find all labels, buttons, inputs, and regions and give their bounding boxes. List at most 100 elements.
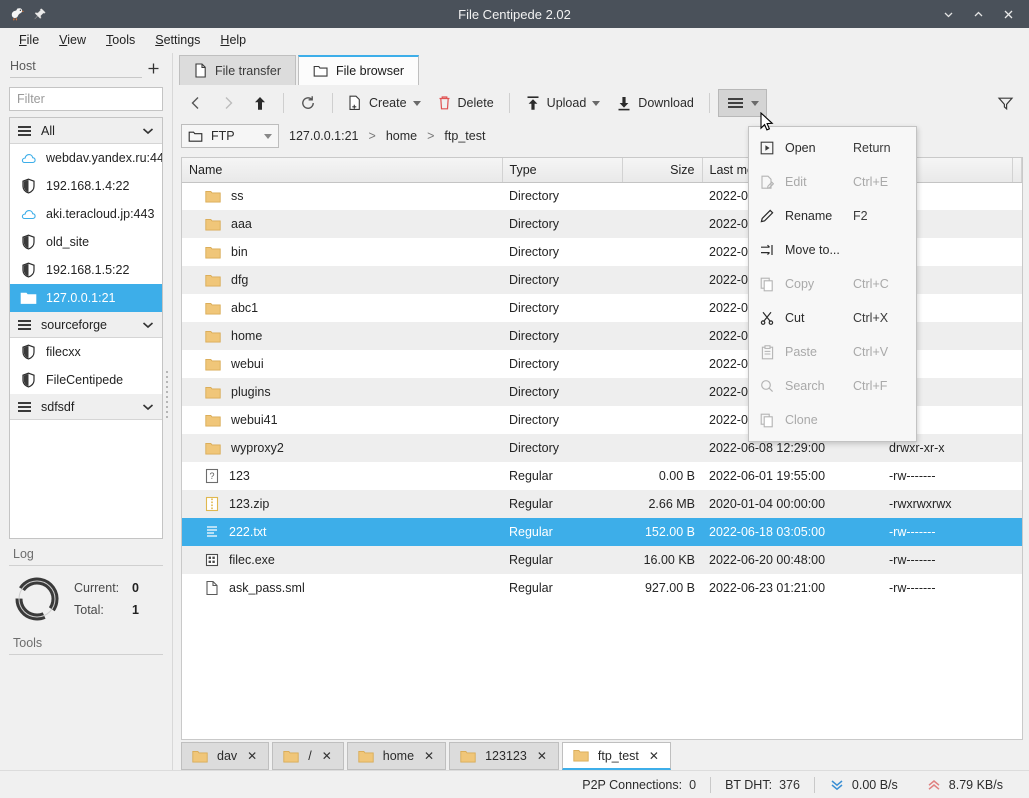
minimize-button[interactable] — [935, 2, 961, 26]
menu-item-copy[interactable]: Copy Ctrl+C — [749, 267, 916, 301]
file-perms: -rw------- — [882, 546, 1012, 574]
breadcrumb-host[interactable]: 127.0.0.1:21 — [289, 129, 359, 143]
chevron-down-icon — [142, 403, 154, 411]
sidebar-splitter[interactable] — [166, 371, 168, 418]
log-section-header[interactable]: Log — [9, 539, 163, 566]
menu-item-label: Cut — [785, 311, 843, 325]
tree-group-sourceforge[interactable]: sourceforge — [10, 312, 162, 338]
forward-button[interactable] — [213, 89, 243, 117]
tree-group-all[interactable]: All — [10, 118, 162, 144]
bottom-tab-root[interactable]: / ✕ — [272, 742, 344, 770]
close-icon[interactable]: ✕ — [246, 749, 258, 763]
progress-donut-icon — [14, 576, 60, 622]
sidebar-item-filecentipede[interactable]: FileCentipede — [10, 366, 162, 394]
menu-item-clone[interactable]: Clone — [749, 403, 916, 437]
pin-icon[interactable] — [33, 7, 47, 21]
menu-item-move-to[interactable]: Move to... — [749, 233, 916, 267]
delete-button[interactable]: Delete — [430, 89, 501, 117]
download-button[interactable]: Download — [609, 89, 701, 117]
column-header-size[interactable]: Size — [622, 158, 702, 182]
file-modified: 2020-01-04 00:00:00 — [702, 490, 882, 518]
file-size — [622, 322, 702, 350]
column-header-name[interactable]: Name — [182, 158, 502, 182]
sidebar-item-filecxx[interactable]: filecxx — [10, 338, 162, 366]
table-row[interactable]: ?123 Regular 0.00 B 2022-06-01 19:55:00 … — [182, 462, 1022, 490]
breadcrumb-home[interactable]: home — [386, 129, 417, 143]
close-icon[interactable]: ✕ — [536, 749, 548, 763]
upload-label: Upload — [547, 96, 587, 110]
bottom-tab-label: 123123 — [485, 749, 527, 763]
add-host-button[interactable] — [142, 58, 164, 78]
toolbar: Create Delete Upload Download — [173, 85, 1029, 121]
sidebar-item-127-0-0-1[interactable]: 127.0.0.1:21 — [10, 284, 162, 312]
folder-icon — [192, 750, 208, 763]
unknown-file-icon: ? — [205, 468, 219, 484]
filter-input[interactable]: Filter — [9, 87, 163, 111]
file-perms: -rw------- — [882, 518, 1012, 546]
folder-icon — [573, 749, 589, 762]
column-header-type[interactable]: Type — [502, 158, 622, 182]
close-button[interactable] — [995, 2, 1021, 26]
breadcrumb-current[interactable]: ftp_test — [444, 129, 485, 143]
menu-item-edit[interactable]: Edit Ctrl+E — [749, 165, 916, 199]
bottom-tab-123123[interactable]: 123123 ✕ — [449, 742, 559, 770]
maximize-button[interactable] — [965, 2, 991, 26]
close-icon[interactable]: ✕ — [648, 749, 660, 763]
sidebar-item-webdav-yandex[interactable]: webdav.yandex.ru:443 — [10, 144, 162, 172]
up-button[interactable] — [245, 89, 275, 117]
chevron-down-icon[interactable] — [413, 101, 421, 106]
file-name: bin — [231, 245, 248, 259]
menu-help[interactable]: Help — [211, 30, 255, 50]
close-icon[interactable]: ✕ — [321, 749, 333, 763]
log-summary: Current: 0 Total: 1 — [0, 566, 172, 628]
log-current-label: Current: — [74, 577, 126, 599]
table-row[interactable]: filec.exe Regular 16.00 KB 2022-06-20 00… — [182, 546, 1022, 574]
menu-tools[interactable]: Tools — [97, 30, 144, 50]
chevron-down-icon[interactable] — [592, 101, 600, 106]
chevron-down-icon[interactable] — [751, 101, 759, 106]
back-button[interactable] — [181, 89, 211, 117]
sidebar-item-192-168-1-4[interactable]: 192.168.1.4:22 — [10, 172, 162, 200]
tab-label: File browser — [336, 64, 404, 78]
bottom-tab-ftp-test[interactable]: ftp_test ✕ — [562, 742, 671, 770]
hamburger-icon — [18, 402, 31, 412]
file-type: Directory — [502, 294, 622, 322]
file-name: 123.zip — [229, 497, 269, 511]
sidebar-item-aki-teracloud[interactable]: aki.teracloud.jp:443 — [10, 200, 162, 228]
tab-file-browser[interactable]: File browser — [298, 55, 419, 85]
column-header-extra[interactable] — [1012, 158, 1022, 182]
tools-section-header[interactable]: Tools — [9, 628, 163, 655]
menu-item-shortcut: Ctrl+E — [853, 175, 888, 189]
sidebar-item-old-site[interactable]: old_site — [10, 228, 162, 256]
bottom-tab-label: / — [308, 749, 311, 763]
menu-item-paste[interactable]: Paste Ctrl+V — [749, 335, 916, 369]
menu-view[interactable]: View — [50, 30, 95, 50]
filter-button[interactable] — [990, 89, 1021, 117]
menu-item-cut[interactable]: Cut Ctrl+X — [749, 301, 916, 335]
file-size: 927.00 B — [622, 574, 702, 602]
protocol-select[interactable]: FTP — [181, 124, 279, 148]
menu-settings[interactable]: Settings — [146, 30, 209, 50]
tree-group-sdfsdf[interactable]: sdfsdf — [10, 394, 162, 420]
table-row[interactable]: 222.txt Regular 152.00 B 2022-06-18 03:0… — [182, 518, 1022, 546]
close-icon[interactable]: ✕ — [423, 749, 435, 763]
open-icon — [759, 140, 775, 156]
tab-file-transfer[interactable]: File transfer — [179, 55, 296, 85]
create-button[interactable]: Create — [341, 89, 428, 117]
bottom-tab-home[interactable]: home ✕ — [347, 742, 446, 770]
sidebar-item-192-168-1-5[interactable]: 192.168.1.5:22 — [10, 256, 162, 284]
hamburger-icon — [18, 320, 31, 330]
folder-icon — [205, 274, 221, 287]
more-actions-button[interactable] — [718, 89, 767, 117]
table-row[interactable]: ask_pass.sml Regular 927.00 B 2022-06-23… — [182, 574, 1022, 602]
menu-item-search[interactable]: Search Ctrl+F — [749, 369, 916, 403]
host-label: Host — [10, 59, 142, 78]
folder-icon — [205, 302, 221, 315]
refresh-button[interactable] — [292, 89, 324, 117]
table-row[interactable]: 123.zip Regular 2.66 MB 2020-01-04 00:00… — [182, 490, 1022, 518]
bottom-tab-dav[interactable]: dav ✕ — [181, 742, 269, 770]
menu-item-rename[interactable]: Rename F2 — [749, 199, 916, 233]
upload-button[interactable]: Upload — [518, 89, 608, 117]
menu-item-open[interactable]: Open Return — [749, 131, 916, 165]
menu-file[interactable]: File — [10, 30, 48, 50]
